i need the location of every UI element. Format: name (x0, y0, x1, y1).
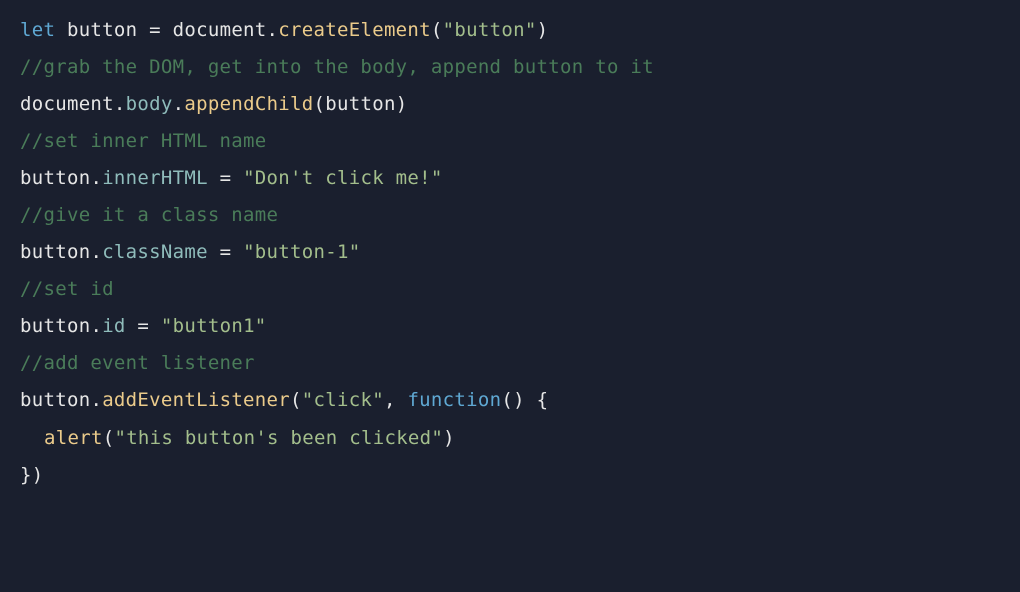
code-line-10: //add event listener (20, 345, 1000, 382)
code-line-3: document.body.appendChild(button) (20, 86, 1000, 123)
code-line-4: //set inner HTML name (20, 123, 1000, 160)
code-line-2: //grab the DOM, get into the body, appen… (20, 49, 1000, 86)
code-line-8: //set id (20, 271, 1000, 308)
code-line-1: let button = document.createElement("but… (20, 12, 1000, 49)
code-line-12: alert("this button's been clicked") (20, 420, 1000, 457)
code-editor[interactable]: let button = document.createElement("but… (20, 12, 1000, 494)
code-line-7: button.className = "button-1" (20, 234, 1000, 271)
code-line-6: //give it a class name (20, 197, 1000, 234)
code-line-5: button.innerHTML = "Don't click me!" (20, 160, 1000, 197)
code-line-11: button.addEventListener("click", functio… (20, 382, 1000, 419)
code-line-13: }) (20, 457, 1000, 494)
code-line-9: button.id = "button1" (20, 308, 1000, 345)
